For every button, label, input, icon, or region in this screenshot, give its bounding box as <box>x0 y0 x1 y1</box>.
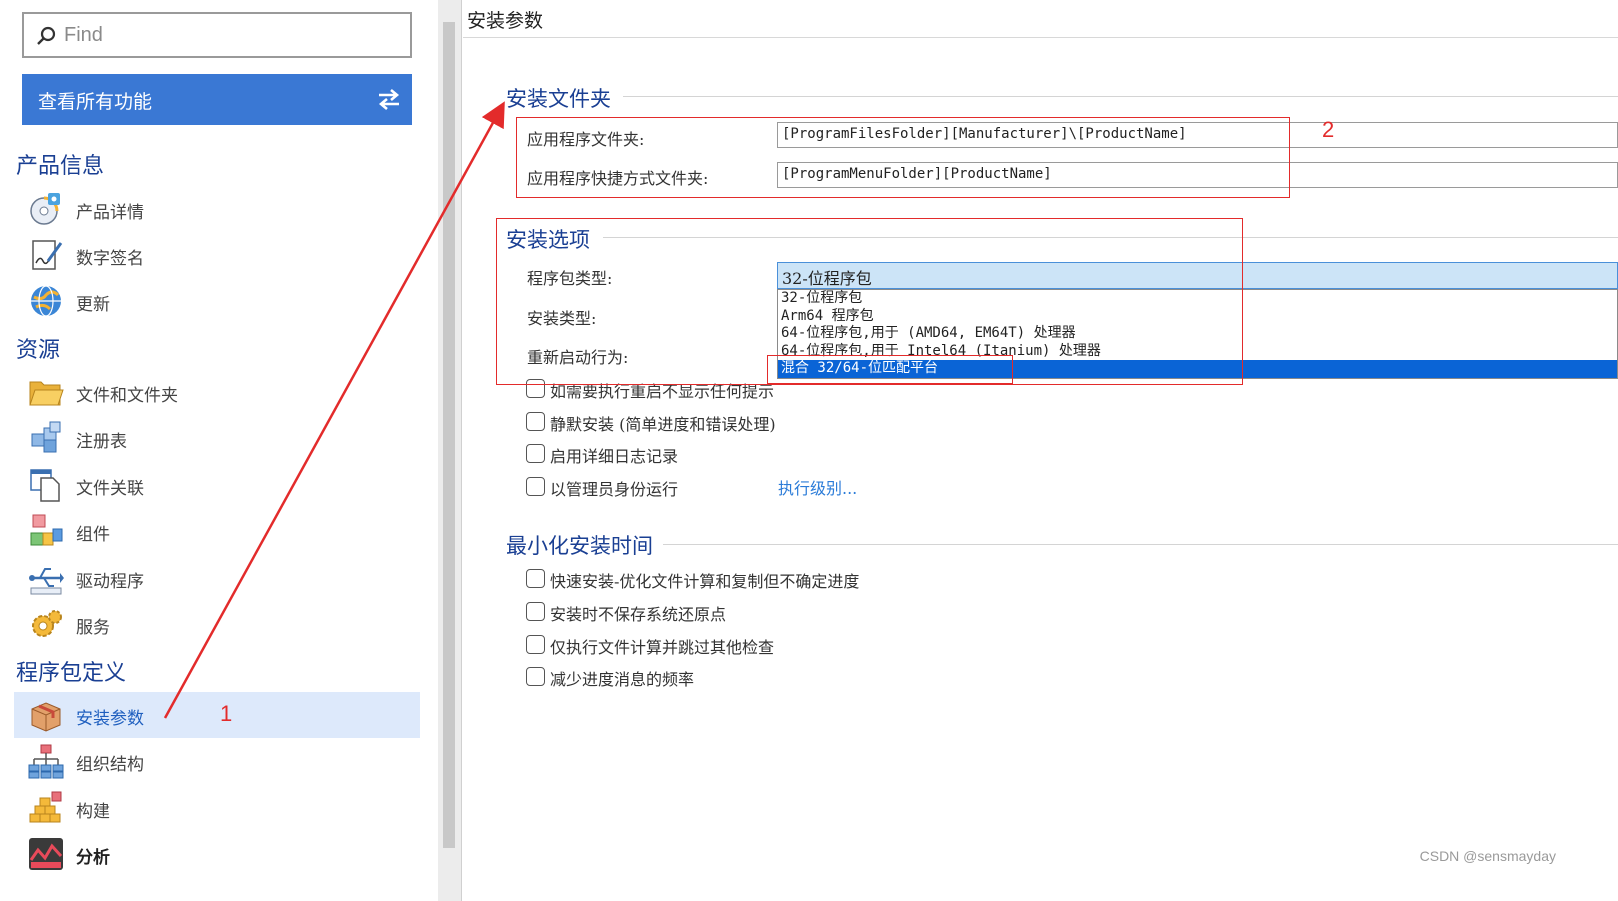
registry-cubes-icon <box>31 421 61 453</box>
annotation-box-install-folder <box>516 117 1290 198</box>
checkbox-label: 以管理员身份运行 <box>550 480 679 499</box>
page-title: 安装参数 <box>467 10 544 32</box>
checkbox[interactable] <box>526 444 545 463</box>
install-box-icon <box>31 702 61 732</box>
org-chart-icon <box>28 744 64 779</box>
checkbox-label: 仅执行文件计算并跳过其他检查 <box>550 638 775 657</box>
sidebar-item-label: 组件 <box>76 525 110 545</box>
section-title-resources: 资源 <box>16 338 61 363</box>
sidebar-item-label: 产品详情 <box>76 203 144 223</box>
update-globe-icon <box>31 285 61 317</box>
sidebar-item-label: 注册表 <box>76 432 127 452</box>
sidebar-item-label: 服务 <box>76 618 110 638</box>
checkbox[interactable] <box>526 412 545 431</box>
sidebar-item-label: 更新 <box>76 295 110 315</box>
file-association-icon <box>30 469 60 502</box>
annotation-marker-2: 2 <box>1322 117 1335 142</box>
sidebar-item-update[interactable]: 更新 <box>14 278 420 324</box>
view-all-features-label: 查看所有功能 <box>38 91 153 113</box>
panel-header: 安装参数 <box>463 0 1618 38</box>
product-details-icon <box>30 193 60 225</box>
sidebar-item-build[interactable]: 构建 <box>14 785 420 831</box>
sidebar: Find 查看所有功能 产品信息 产品详情 数字签名 更新 资源 文件和文件夹 … <box>0 0 438 901</box>
sidebar-item-label: 安装参数 <box>76 709 144 729</box>
checkbox[interactable] <box>526 477 545 496</box>
sidebar-scrollbar[interactable] <box>438 0 462 901</box>
annotation-box-mixed-option <box>767 355 1013 384</box>
sidebar-item-label: 数字签名 <box>76 249 144 269</box>
group-divider <box>623 96 1618 97</box>
sidebar-item-digital-signature[interactable]: 数字签名 <box>14 232 420 278</box>
view-all-features-button[interactable]: 查看所有功能 <box>22 74 412 125</box>
analysis-chart-icon <box>29 838 63 870</box>
sidebar-item-label: 文件和文件夹 <box>76 386 178 406</box>
checkbox[interactable] <box>526 569 545 588</box>
sidebar-item-label: 组织结构 <box>76 755 144 775</box>
checkbox-label: 安装时不保存系统还原点 <box>550 605 727 624</box>
checkbox-label: 启用详细日志记录 <box>550 447 679 466</box>
swap-arrows-icon <box>378 89 400 110</box>
sidebar-item-install-parameters[interactable]: 安装参数 <box>14 692 420 738</box>
folder-icon <box>29 381 64 406</box>
service-gear-icon <box>32 610 62 637</box>
sidebar-item-organization[interactable]: 组织结构 <box>14 738 420 784</box>
sidebar-item-label: 构建 <box>76 802 110 822</box>
search-placeholder: Find <box>64 24 103 46</box>
search-input[interactable]: Find <box>22 12 412 58</box>
components-icon <box>30 514 63 546</box>
sidebar-item-label: 文件关联 <box>76 479 144 499</box>
group-title-install-folder: 安装文件夹 <box>506 83 617 113</box>
checkbox-label: 快速安装-优化文件计算和复制但不确定进度 <box>550 572 860 591</box>
section-title-package-definition: 程序包定义 <box>16 661 127 686</box>
checkbox-label: 减少进度消息的频率 <box>550 670 695 689</box>
sidebar-item-registry[interactable]: 注册表 <box>14 415 420 461</box>
sidebar-item-services[interactable]: 服务 <box>14 601 420 647</box>
sidebar-item-drivers[interactable]: 驱动程序 <box>14 555 420 601</box>
search-icon <box>37 26 56 45</box>
checkbox[interactable] <box>526 635 545 654</box>
group-title-min-install-time: 最小化安装时间 <box>506 530 659 560</box>
sidebar-item-components[interactable]: 组件 <box>14 508 420 554</box>
sidebar-item-label: 分析 <box>76 848 110 868</box>
sidebar-item-files-and-folders[interactable]: 文件和文件夹 <box>14 369 420 415</box>
driver-usb-icon <box>29 568 64 595</box>
sidebar-item-product-details[interactable]: 产品详情 <box>14 186 420 232</box>
checkbox-label: 静默安装 (简单进度和错误处理) <box>550 415 776 434</box>
scrollbar-thumb[interactable] <box>443 22 455 848</box>
sidebar-item-file-association[interactable]: 文件关联 <box>14 462 420 508</box>
sidebar-item-analysis[interactable]: 分析 <box>14 831 420 877</box>
checkbox[interactable] <box>526 667 545 686</box>
build-bricks-icon <box>29 791 62 823</box>
section-title-product-info: 产品信息 <box>16 154 105 179</box>
group-divider <box>663 544 1618 545</box>
execution-level-link[interactable]: 执行级别... <box>778 475 857 499</box>
checkbox[interactable] <box>526 602 545 621</box>
annotation-marker-1: 1 <box>220 701 233 726</box>
sidebar-item-label: 驱动程序 <box>76 572 144 592</box>
signature-icon <box>32 240 63 270</box>
watermark: CSDN @sensmayday <box>1419 848 1556 864</box>
